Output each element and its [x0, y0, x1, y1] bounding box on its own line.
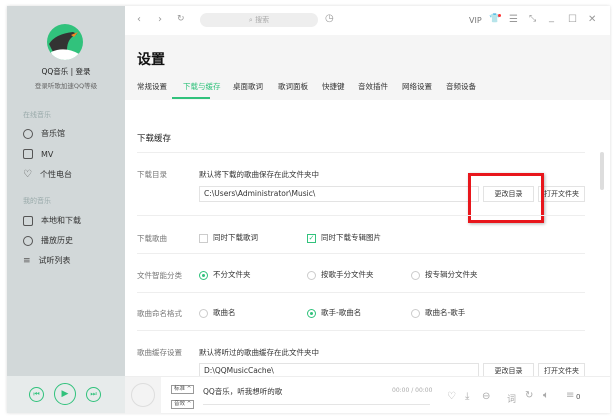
scrollbar[interactable] — [600, 152, 604, 190]
login-link[interactable]: QQ音乐 | 登录 — [7, 66, 125, 77]
lyrics-button[interactable]: 词 — [507, 392, 516, 405]
loop-icon[interactable]: ↻ — [525, 390, 533, 401]
classify-option-none[interactable]: 不分文件夹 — [199, 269, 251, 280]
queue-count: 0 — [576, 393, 581, 401]
download-cover-checkbox[interactable]: ✓ 同时下载专辑图片 — [307, 232, 381, 243]
download-icon[interactable]: ⤓ — [465, 391, 469, 402]
download-dir-desc: 默认将下载的歌曲保存在此文件夹中 — [199, 170, 319, 179]
next-button[interactable]: ⏭ — [86, 387, 101, 402]
divider — [137, 215, 585, 216]
settings-header: 设置 常规设置 下载与缓存 桌面歌词 歌词面板 快捷键 音效插件 网络设置 音频… — [125, 35, 610, 100]
classify-option-artist[interactable]: 按歌手分文件夹 — [307, 269, 374, 280]
sidebar-item-radio[interactable]: ♡ 个性电台 — [23, 169, 72, 180]
previous-button[interactable]: ⏮ — [29, 387, 44, 402]
search-input[interactable]: ⌕ 搜索 — [200, 13, 318, 27]
menu-icon[interactable]: ☰ — [509, 14, 518, 25]
cache-desc: 默认将听过的歌曲缓存在此文件夹中 — [199, 348, 319, 357]
sidebar-item-music-hall[interactable]: 音乐馆 — [23, 128, 65, 139]
section-my-music: 我的音乐 — [23, 197, 51, 205]
song-title: QQ音乐，听我想听的歌 — [203, 387, 283, 396]
download-song-label: 下载歌曲 — [137, 234, 167, 243]
section-title: 下载缓存 — [137, 134, 172, 144]
time-display: 00:00 / 00:00 — [392, 387, 433, 394]
avatar[interactable] — [47, 24, 83, 60]
more-icon[interactable]: ⊖ — [482, 391, 490, 402]
notification-dot — [498, 14, 501, 17]
naming-option-artist-song[interactable]: 歌手-歌曲名 — [307, 307, 361, 318]
radio-heart-icon: ♡ — [23, 169, 32, 180]
sidebar-item-local-download[interactable]: 本地和下载 — [23, 215, 81, 226]
checkbox-icon — [199, 233, 208, 243]
tab-shortcuts[interactable]: 快捷键 — [322, 81, 345, 92]
sidebar-item-mv[interactable]: MV — [23, 149, 53, 159]
download-dir-input[interactable]: C:\Users\Administrator\Music\ — [199, 186, 479, 202]
tab-download-cache[interactable]: 下载与缓存 — [183, 81, 221, 92]
playlist-icon: ≡ — [23, 255, 31, 266]
tab-network[interactable]: 网络设置 — [402, 81, 432, 92]
quality-button[interactable]: 标准 ^ — [171, 385, 195, 394]
sidebar-item-trial-list[interactable]: ≡ 试听列表 — [23, 255, 71, 266]
progress-bar[interactable] — [203, 404, 430, 405]
download-lyrics-checkbox[interactable]: 同时下载歌词 — [199, 232, 258, 243]
monitor-icon — [23, 215, 33, 226]
sidebar: QQ音乐 | 登录 登录听歌加速QQ等级 在线音乐 音乐馆 MV ♡ 个性电台 我… — [7, 6, 125, 376]
classify-option-album[interactable]: 按专辑分文件夹 — [411, 269, 478, 280]
maximize-icon[interactable]: ☐ — [568, 14, 577, 25]
main-panel: ‹ › ↻ ⌕ 搜索 ◷ VIP 👕 ☰ ⤡ _ ☐ ✕ 设置 常规设置 下载与… — [125, 6, 610, 379]
tab-desktop-lyrics[interactable]: 桌面歌词 — [233, 81, 263, 92]
divider — [137, 330, 585, 331]
top-bar: ‹ › ↻ ⌕ 搜索 ◷ VIP 👕 ☰ ⤡ _ ☐ ✕ — [125, 6, 610, 35]
queue-icon[interactable]: ≡ — [566, 390, 574, 401]
player-controls: ⏮ ▶ ⏭ — [7, 376, 125, 413]
play-button[interactable]: ▶ — [54, 383, 76, 405]
mini-mode-icon[interactable]: ⤡ — [529, 14, 536, 24]
tab-sound-plugins[interactable]: 音效插件 — [358, 81, 388, 92]
naming-option-song[interactable]: 歌曲名 — [199, 307, 236, 318]
radio-icon — [307, 270, 316, 280]
naming-label: 歌曲命名格式 — [137, 309, 182, 318]
divider — [137, 152, 585, 153]
login-hint: 登录听歌加速QQ等级 — [34, 82, 98, 90]
clock-icon — [23, 235, 33, 246]
tab-lyrics-panel[interactable]: 歌词面板 — [278, 81, 308, 92]
radio-icon — [411, 308, 420, 318]
recognize-icon[interactable]: ◷ — [325, 13, 334, 24]
forward-icon[interactable]: › — [158, 14, 162, 25]
classify-label: 文件智能分类 — [137, 271, 182, 280]
section-online-music: 在线音乐 — [23, 111, 51, 119]
player-bar: 标准 ^ 音效 ^ QQ音乐，听我想听的歌 00:00 / 00:00 ♡ ⤓ … — [125, 376, 610, 414]
volume-icon[interactable]: 🔈︎ — [543, 390, 549, 401]
app-window: QQ音乐 | 登录 登录听歌加速QQ等级 在线音乐 音乐馆 MV ♡ 个性电台 我… — [7, 6, 610, 414]
sound-effect-button[interactable]: 音效 ^ — [171, 400, 195, 409]
like-icon[interactable]: ♡ — [447, 391, 456, 402]
divider — [137, 253, 585, 254]
tab-audio-device[interactable]: 音频设备 — [446, 81, 476, 92]
disc-icon — [131, 383, 155, 407]
radio-icon — [199, 308, 208, 318]
back-icon[interactable]: ‹ — [137, 14, 141, 25]
active-tab-indicator — [172, 97, 210, 99]
naming-option-song-artist[interactable]: 歌曲名-歌手 — [411, 307, 465, 318]
radio-selected-icon — [307, 308, 316, 318]
music-hall-icon — [23, 128, 33, 139]
tab-general[interactable]: 常规设置 — [137, 81, 167, 92]
mv-icon — [23, 149, 33, 159]
vip-button[interactable]: VIP — [469, 16, 482, 25]
minimize-icon[interactable]: _ — [549, 12, 554, 23]
refresh-icon[interactable]: ↻ — [177, 14, 185, 24]
open-folder-button[interactable]: 打开文件夹 — [538, 186, 585, 202]
radio-selected-icon — [199, 270, 208, 280]
divider — [137, 292, 585, 293]
radio-icon — [411, 270, 420, 280]
page-title: 设置 — [137, 52, 165, 68]
cache-label: 歌曲缓存设置 — [137, 348, 182, 357]
download-dir-label: 下载目录 — [137, 170, 167, 179]
checkbox-checked-icon: ✓ — [307, 233, 316, 243]
sidebar-item-history[interactable]: 播放历史 — [23, 235, 73, 246]
close-icon[interactable]: ✕ — [588, 14, 596, 25]
album-cover[interactable] — [125, 377, 161, 414]
